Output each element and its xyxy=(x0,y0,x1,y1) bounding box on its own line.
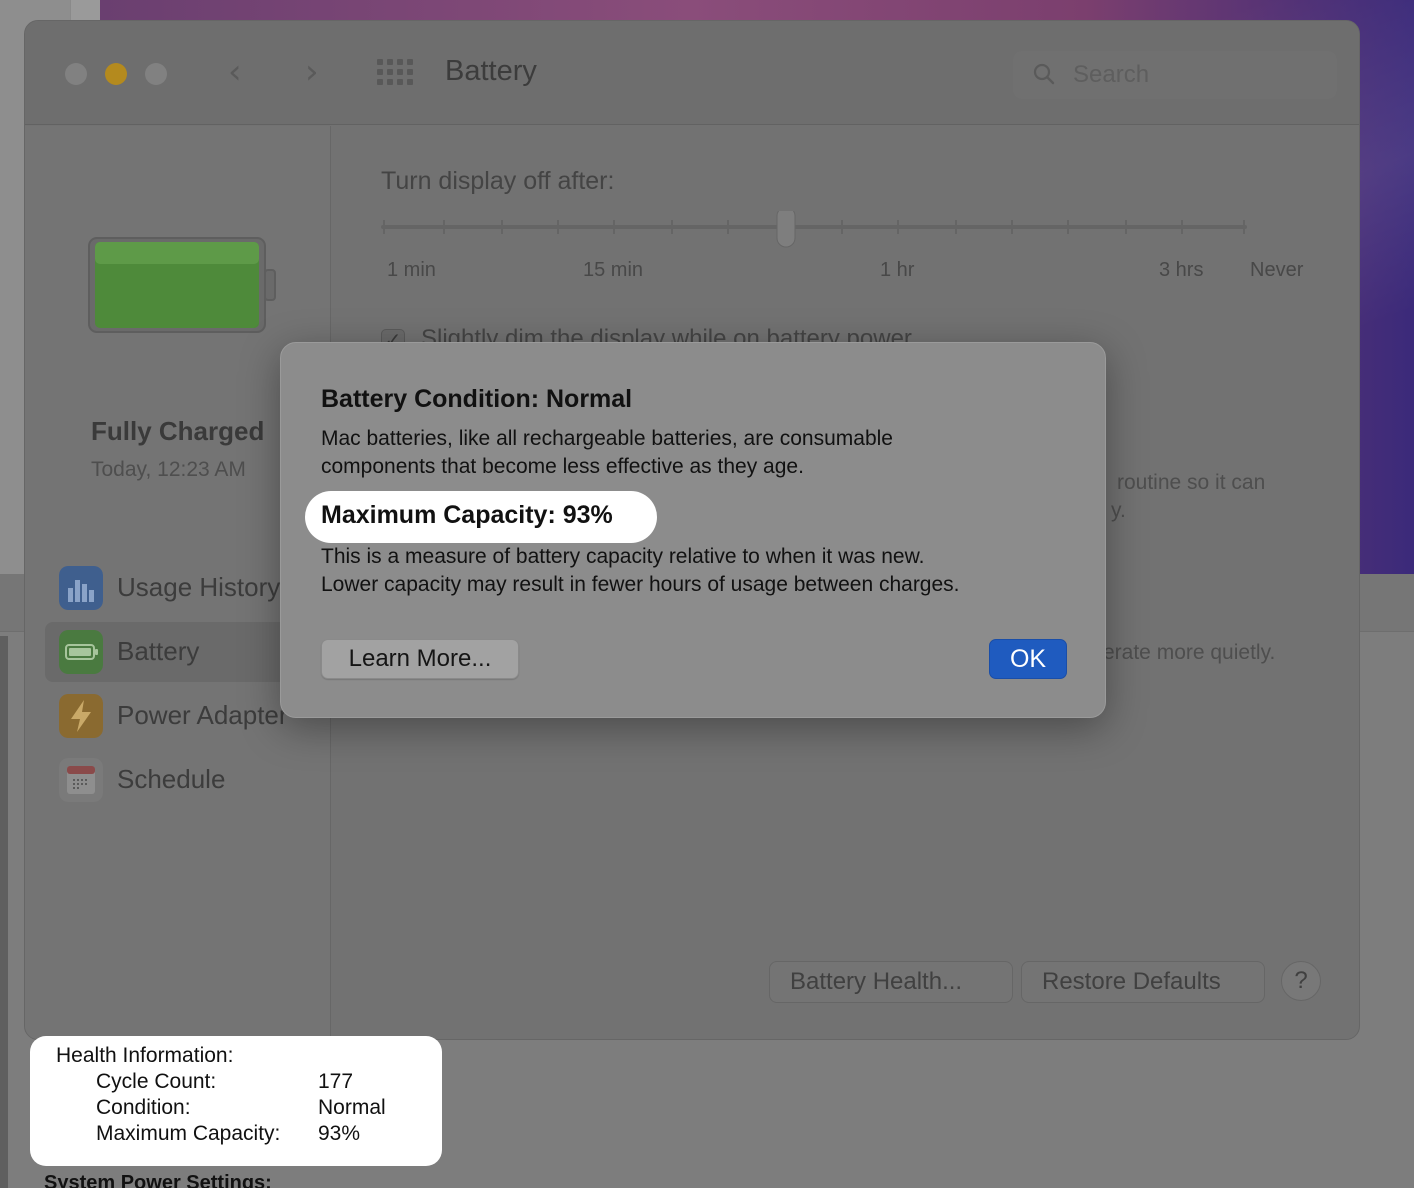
system-power-settings-heading: System Power Settings: xyxy=(44,1172,272,1188)
lightning-icon xyxy=(59,694,103,738)
dialog-desc-line-2: Lower capacity may result in fewer hours… xyxy=(321,573,960,596)
calendar-icon xyxy=(59,758,103,802)
system-information-sidebar-edge xyxy=(0,636,8,1188)
sidebar-item-label: Power Adapter xyxy=(117,700,288,730)
battery-condition-dialog: Battery Condition: Normal Mac batteries,… xyxy=(280,342,1106,718)
minimize-button[interactable] xyxy=(105,63,127,85)
dialog-desc-line-1: This is a measure of battery capacity re… xyxy=(321,545,925,568)
charge-status-time: Today, 12:23 AM xyxy=(91,458,246,481)
maximum-capacity-value: 93% xyxy=(318,1122,361,1145)
cycle-count-label: Cycle Count: xyxy=(96,1070,217,1093)
dialog-title: Battery Condition: Normal xyxy=(321,385,633,413)
tick-label-3-hrs: 3 hrs xyxy=(1159,259,1204,281)
display-sleep-slider[interactable] xyxy=(381,211,1247,251)
health-information-title: Health Information: xyxy=(56,1044,234,1067)
optimized-charging-text: routine so it can xyxy=(1117,471,1266,494)
ok-button[interactable]: OK xyxy=(989,639,1067,679)
maximum-capacity-highlight: Maximum Capacity: 93% xyxy=(305,491,657,543)
close-button[interactable] xyxy=(65,63,87,85)
learn-more-button[interactable]: Learn More... xyxy=(321,639,519,679)
restore-defaults-button[interactable]: Restore Defaults xyxy=(1021,961,1265,1003)
back-arrow-icon[interactable]: ‹ xyxy=(228,55,242,89)
optimized-charging-text-2: y. xyxy=(1111,499,1126,522)
sidebar-item-label: Schedule xyxy=(117,764,226,794)
dialog-intro-line-2: components that become less effective as… xyxy=(321,455,804,478)
slider-thumb xyxy=(776,211,796,248)
battery-health-button[interactable]: Battery Health... xyxy=(769,961,1013,1003)
zoom-button[interactable] xyxy=(145,63,167,85)
sidebar-item-label: Battery xyxy=(117,636,200,666)
show-all-grid-icon[interactable] xyxy=(377,59,415,87)
maximum-capacity-label: Maximum Capacity: xyxy=(96,1122,281,1145)
tick-label-1-min: 1 min xyxy=(387,259,436,281)
sidebar-item-schedule[interactable]: Schedule xyxy=(45,750,325,810)
condition-value: Normal xyxy=(318,1096,386,1119)
help-button[interactable]: ? xyxy=(1281,961,1321,1001)
tick-label-1-hr: 1 hr xyxy=(880,259,915,281)
charge-status: Fully Charged xyxy=(91,416,265,446)
tick-label-15-min: 15 min xyxy=(583,259,644,281)
search-icon xyxy=(1033,63,1055,85)
bar-chart-icon xyxy=(59,566,103,610)
condition-label: Condition: xyxy=(96,1096,191,1119)
search-field[interactable] xyxy=(1013,51,1337,99)
sidebar-item-label: Usage History xyxy=(117,572,281,602)
low-power-mode-text: erate more quietly. xyxy=(1103,641,1276,664)
maximum-capacity-heading: Maximum Capacity: 93% xyxy=(321,501,613,529)
cycle-count-value: 177 xyxy=(318,1070,354,1093)
forward-arrow-icon[interactable]: › xyxy=(305,55,319,89)
search-input[interactable] xyxy=(1073,59,1313,91)
dialog-intro-line-1: Mac batteries, like all rechargeable bat… xyxy=(321,427,893,450)
battery-icon xyxy=(59,630,103,674)
battery-full-icon xyxy=(88,237,276,333)
window-title: Battery xyxy=(445,55,537,87)
health-information-callout: Health Information: Cycle Count: 177 Con… xyxy=(30,1036,442,1166)
tick-label-never: Never xyxy=(1250,259,1304,281)
titlebar: ‹ › Battery xyxy=(25,21,1359,125)
turn-display-off-label: Turn display off after: xyxy=(381,167,615,195)
